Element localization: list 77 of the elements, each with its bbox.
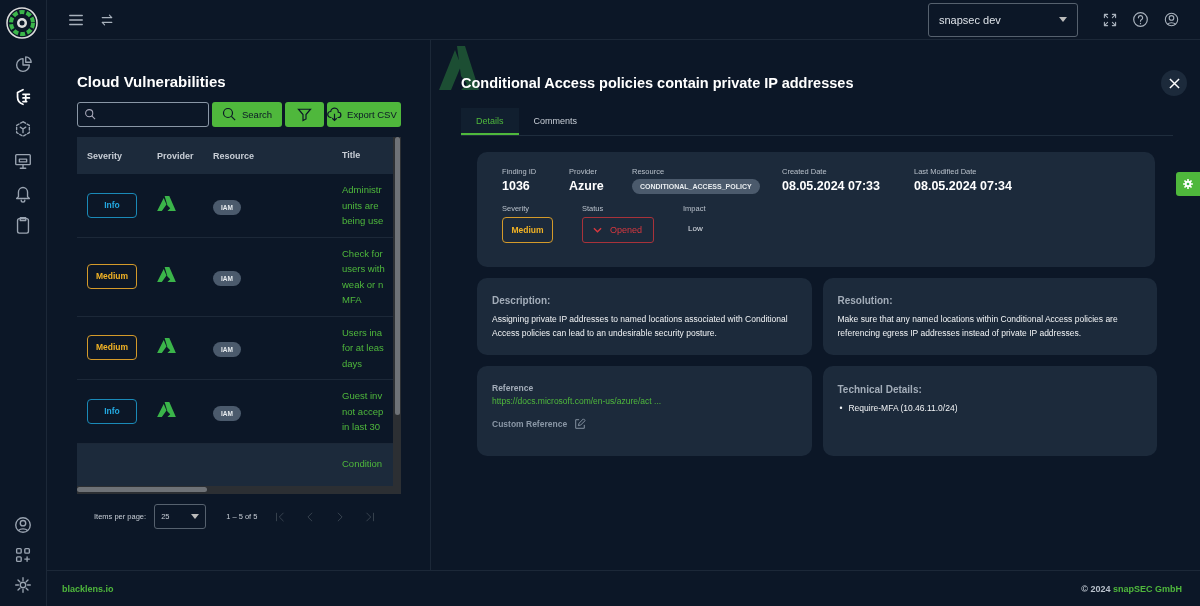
triangle-logo-icon: [157, 195, 176, 211]
workspace-select[interactable]: snapsec dev: [928, 2, 1078, 37]
fullscreen-icon[interactable]: [1102, 11, 1118, 28]
cube-icon[interactable]: [13, 119, 33, 139]
logo-icon: [6, 7, 38, 39]
title-text: not accep: [342, 404, 385, 419]
close-button[interactable]: [1161, 70, 1187, 96]
copyright-text: © 2024: [1081, 583, 1111, 594]
monitor-icon[interactable]: [13, 151, 33, 171]
title-text: Condition: [342, 456, 384, 471]
title-text: Users ina: [342, 325, 384, 340]
bullet: •: [839, 403, 843, 413]
triangle-logo-icon: [157, 267, 176, 282]
search-button[interactable]: Search: [212, 102, 283, 127]
field-value: 08.05.2024 07:34: [914, 179, 1012, 193]
table-row[interactable]: Condition: [77, 443, 393, 486]
search-icon: [222, 107, 237, 122]
title-text: MFA: [342, 293, 363, 307]
pie-icon[interactable]: [13, 55, 33, 75]
card-heading: Technical Details:: [837, 384, 923, 395]
field-value: Azure: [569, 179, 605, 193]
severity-badge: Info: [87, 192, 137, 218]
title-text: Administr: [342, 183, 383, 197]
tab[interactable]: Comments: [518, 108, 593, 135]
title-text: users with: [342, 262, 386, 276]
card-heading: Resolution:: [837, 295, 894, 306]
title-text: days: [342, 356, 364, 371]
severity-badge: Info: [87, 398, 137, 424]
user-icon[interactable]: [13, 515, 33, 535]
triangle-logo-icon: [157, 401, 176, 417]
field-value: 1036: [502, 179, 531, 193]
site-link[interactable]: blacklens.io: [62, 583, 114, 594]
card-heading: Reference: [492, 383, 535, 393]
column-header[interactable]: Resource: [203, 150, 333, 161]
severity-badge: Medium: [502, 217, 553, 243]
edit-icon[interactable]: [574, 418, 587, 430]
custom-reference-label: Custom Reference: [492, 419, 568, 429]
field-value: Low: [687, 224, 704, 233]
search-field[interactable]: [77, 102, 209, 127]
title-text: for at leas: [342, 341, 385, 355]
finding-title: Conditional Access policies contain private IP addresses: [461, 75, 854, 91]
title-text: Check for: [342, 246, 384, 261]
title-text: weak or n: [342, 277, 385, 292]
chevron-icon: [593, 227, 602, 233]
column-header[interactable]: Provider: [147, 150, 203, 161]
search-icon: [84, 108, 97, 121]
export-button[interactable]: Export CSV: [327, 102, 401, 127]
technical-detail-item: Require-MFA (10.46.11.0/24): [848, 403, 958, 413]
filter-icon: [297, 107, 313, 122]
column-header[interactable]: Severity: [77, 150, 147, 161]
apps-icon[interactable]: [13, 545, 33, 565]
severity-badge: Medium: [87, 335, 137, 361]
page-title: Cloud Vulnerabilities: [77, 73, 227, 90]
caret-icon: [191, 514, 200, 519]
tab[interactable]: Details: [461, 108, 519, 135]
settings-icon: [1182, 178, 1194, 190]
help-icon[interactable]: [1132, 11, 1149, 28]
severity-badge: Medium: [87, 264, 137, 289]
column-header[interactable]: Title: [333, 147, 393, 164]
settings-icon[interactable]: [13, 575, 33, 595]
reference-link[interactable]: https://docs.microsoft.com/en-us/azure/act ...: [492, 396, 797, 406]
settings-button[interactable]: [1176, 172, 1200, 196]
title-text: units are: [342, 198, 380, 213]
filter-button[interactable]: [285, 102, 325, 127]
cloud-download-icon: [327, 107, 343, 122]
title-text: Guest inv: [342, 389, 384, 403]
field-value: 08.05.2024 07:33: [782, 179, 881, 193]
card-heading: Description:: [492, 295, 552, 306]
title-text: in last 30: [342, 420, 382, 434]
description-text: Assigning private IP addresses to named locations associated with Conditional Access policies can lead to an undesirable security posture.: [492, 313, 789, 340]
account-icon[interactable]: [1163, 11, 1180, 28]
triangle-logo-icon: [157, 338, 176, 354]
close-icon: [1168, 77, 1180, 89]
caret-icon: [1059, 17, 1067, 22]
title-text: being use: [342, 214, 385, 228]
resolution-text: Make sure that any named locations within Conditional Access policies are referencing egress IP addresses instead of private IP addresses.: [837, 313, 1119, 340]
company-link[interactable]: snapSEC GmbH: [1113, 583, 1182, 594]
